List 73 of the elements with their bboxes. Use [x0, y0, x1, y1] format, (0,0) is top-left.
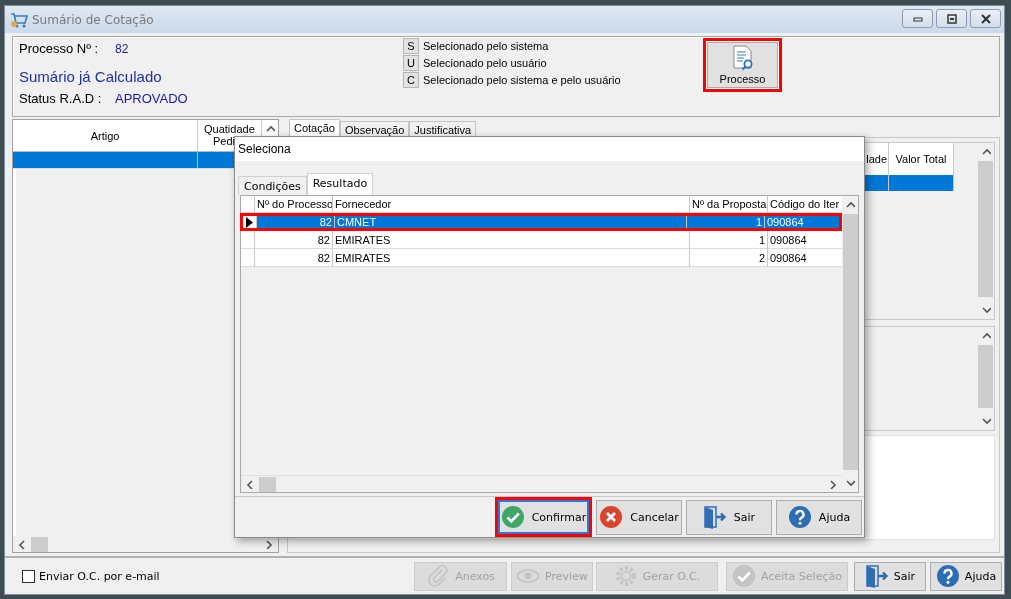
help-button[interactable]: Ajuda — [930, 561, 1002, 591]
process-number: 82 — [115, 42, 129, 56]
legend-key: C — [403, 72, 419, 88]
table-cell: 2 — [690, 249, 768, 267]
chevron-up-icon — [980, 147, 991, 157]
legend-key: S — [403, 38, 419, 54]
window-title: Sumário de Cotação — [32, 12, 154, 27]
legend-key: U — [403, 55, 419, 71]
minimize-button[interactable] — [902, 9, 933, 28]
legend-text: Selecionado pelo sistema — [423, 40, 549, 52]
confirm-button[interactable]: Confirmar — [495, 497, 592, 537]
shopping-cart-icon — [10, 11, 28, 28]
chevron-right-icon — [264, 539, 274, 549]
chevron-up-icon — [265, 124, 275, 134]
column-header-text: Artigo — [90, 129, 120, 142]
gear-icon — [613, 564, 638, 588]
exit-door-icon — [864, 564, 889, 588]
exit-button[interactable]: Sair — [854, 561, 926, 591]
tab[interactable]: Cotação — [289, 119, 340, 137]
table-row[interactable]: 82 EMIRATES 2 090864 — [241, 249, 842, 267]
chevron-up-icon — [980, 331, 991, 341]
table-cell: CMNET — [335, 216, 687, 228]
chevron-right-icon — [828, 479, 838, 489]
checkbox[interactable] — [22, 569, 35, 583]
maximize-icon — [944, 12, 959, 25]
tab[interactable]: Resultado — [306, 173, 374, 195]
scroll-thumb[interactable] — [259, 476, 276, 492]
exit-door-icon — [702, 505, 727, 529]
tab[interactable]: Observação — [340, 121, 410, 137]
check-circle-icon — [500, 505, 525, 529]
cancel-icon — [599, 505, 624, 529]
legend-text: Selecionado pelo usuário — [423, 57, 547, 69]
close-icon — [978, 12, 993, 25]
table-row[interactable]: 82 CMNET 1 090864 — [240, 213, 842, 231]
help-icon — [787, 505, 812, 529]
legend-text: Selecionado pelo sistema e pelo usuário — [423, 74, 621, 86]
check-circle-icon — [732, 564, 757, 588]
table-row[interactable] — [864, 175, 954, 191]
process-button[interactable]: Processo — [703, 38, 782, 92]
table-cell: 090864 — [765, 216, 839, 228]
dialog-title: Seleciona — [238, 142, 291, 156]
cancel-button[interactable]: Cancelar — [596, 499, 682, 535]
chevron-up-icon — [845, 200, 855, 210]
table-cell: EMIRATES — [333, 249, 690, 267]
scroll-thumb[interactable] — [31, 536, 48, 552]
scroll-thumb[interactable] — [978, 345, 993, 408]
horizontal-scrollbar[interactable] — [241, 475, 842, 492]
chevron-left-icon — [245, 479, 255, 489]
maximize-button[interactable] — [936, 9, 967, 28]
tab[interactable]: Justificativa — [409, 121, 477, 137]
chevron-left-icon — [17, 539, 27, 549]
status-value: APROVADO — [115, 91, 188, 106]
help-button[interactable]: Ajuda — [776, 499, 862, 535]
document-search-icon — [730, 45, 755, 71]
help-icon — [935, 564, 960, 588]
row-pointer-icon — [246, 216, 253, 228]
table-row[interactable]: 82 EMIRATES 1 090864 — [241, 231, 842, 249]
paperclip-icon — [426, 564, 451, 588]
process-label: Processo Nº : — [19, 41, 100, 56]
summary-status: Sumário já Calculado — [19, 67, 163, 87]
column-header-text: Quatidade — [204, 123, 255, 135]
chevron-down-icon — [980, 416, 991, 426]
exit-button[interactable]: Sair — [686, 499, 772, 535]
scroll-thumb[interactable] — [978, 161, 993, 297]
table-cell: 82 — [255, 249, 333, 267]
column-header-text: Pedi — [213, 135, 236, 147]
chevron-down-icon — [845, 478, 855, 488]
status-label: Status R.A.D : — [19, 91, 103, 106]
table-cell: 82 — [257, 216, 335, 228]
checkbox-label: Enviar O.C. por e-mail — [39, 569, 160, 583]
close-button[interactable] — [970, 9, 1001, 28]
chevron-down-icon — [980, 305, 991, 315]
table-cell: 1 — [687, 216, 765, 228]
